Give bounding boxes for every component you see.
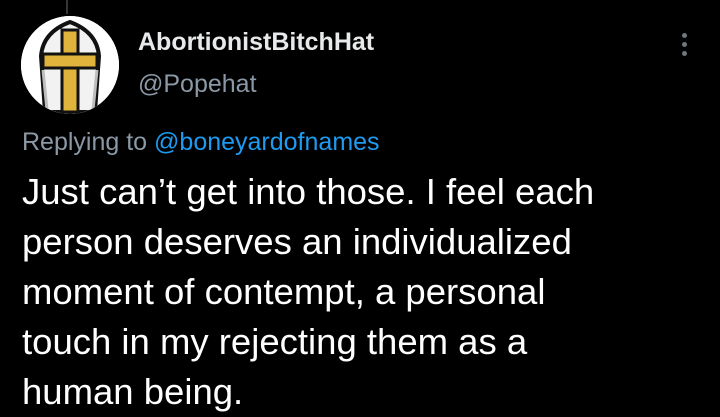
more-options-icon-dot <box>681 50 687 56</box>
thread-connector-line <box>66 0 68 14</box>
more-options-button[interactable] <box>673 26 695 62</box>
papal-mitre-icon <box>21 16 119 114</box>
more-options-icon-dot <box>681 41 687 47</box>
tweet-text-line: person deserves an individualized <box>22 221 572 262</box>
author-handle[interactable]: @Popehat <box>138 70 257 99</box>
reply-context: Replying to @boneyardofnames <box>22 128 380 157</box>
reply-prefix: Replying to <box>22 128 148 156</box>
tweet-text: Just can’t get into those. I feel each p… <box>22 167 702 417</box>
tweet-text-line: moment of contempt, a personal <box>22 271 546 312</box>
author-display-name[interactable]: AbortionistBitchHat <box>138 28 374 57</box>
tweet-text-line: Just can’t get into those. I feel each <box>22 171 595 212</box>
tweet-text-line: human being. <box>22 371 244 412</box>
more-options-icon <box>681 32 687 38</box>
avatar[interactable] <box>21 16 119 114</box>
tweet-text-line: touch in my rejecting them as a <box>22 321 528 362</box>
reply-mention-link[interactable]: @boneyardofnames <box>154 128 380 156</box>
